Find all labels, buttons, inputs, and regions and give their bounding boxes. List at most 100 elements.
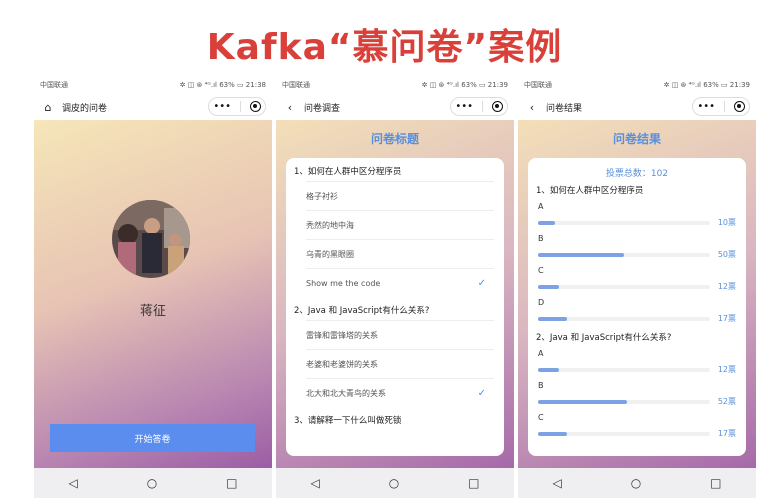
vote-count: 50票 bbox=[717, 250, 736, 259]
option-item[interactable]: 乌青的黑眼圈 bbox=[306, 239, 494, 268]
survey-heading: 问卷标题 bbox=[370, 132, 419, 146]
vote-bar-track bbox=[538, 253, 710, 257]
vote-count: 17票 bbox=[717, 314, 736, 323]
result-row: D 17票 bbox=[538, 296, 736, 328]
target-icon[interactable] bbox=[249, 101, 261, 112]
phone-results-screen: 中国联通 ✲ ◫ ⊛ ⁴ᴳ.ıl 63% ▭ 21:39 ‹ 问卷结果 ••• … bbox=[518, 76, 756, 498]
vote-bar-fill bbox=[538, 221, 556, 225]
option-item[interactable]: 格子衬衫 bbox=[306, 181, 494, 210]
capsule-divider bbox=[481, 101, 483, 112]
nav-bar: ⌂ 调皮的问卷 ••• bbox=[34, 94, 272, 120]
back-icon[interactable]: ◁ bbox=[68, 476, 77, 490]
recent-apps-icon[interactable]: □ bbox=[468, 476, 479, 490]
vote-bar-track bbox=[538, 221, 710, 225]
home-circle-icon[interactable]: ○ bbox=[147, 476, 157, 490]
result-row: C 17票 bbox=[538, 411, 736, 443]
results-heading: 问卷结果 bbox=[612, 132, 661, 146]
vote-bar-fill bbox=[538, 317, 568, 321]
status-icons: ✲ ◫ ⊛ ⁴ᴳ.ıl 63% ▭ 21:38 bbox=[179, 81, 266, 89]
vote-total: 投票总数：102 bbox=[605, 169, 669, 179]
start-survey-button[interactable]: 开始答卷 bbox=[50, 424, 255, 452]
back-icon[interactable]: ◁ bbox=[552, 476, 561, 490]
vote-bar-fill bbox=[538, 285, 559, 289]
vote-bar-track bbox=[538, 400, 710, 404]
vote-count: 12票 bbox=[717, 365, 736, 374]
option-item[interactable]: 雷锋和雷锋塔的关系 bbox=[306, 320, 494, 349]
nav-title: 问卷结果 bbox=[546, 103, 583, 114]
mini-program-capsule: ••• bbox=[208, 97, 266, 116]
vote-bar-fill bbox=[538, 368, 559, 372]
nav-bar: ‹ 问卷结果 ••• bbox=[518, 94, 756, 120]
result-option-label: A bbox=[538, 349, 544, 358]
result-option-label: B bbox=[538, 234, 544, 243]
recent-apps-icon[interactable]: □ bbox=[226, 476, 237, 490]
result-row: A 10票 bbox=[538, 200, 736, 232]
option-item[interactable]: 北大和北大青鸟的关系 ✓ bbox=[306, 378, 494, 407]
vote-bar-track bbox=[538, 432, 710, 436]
vote-count: 17票 bbox=[717, 429, 736, 438]
results-list: 1、如何在人群中区分程序员 A 10票 B 50票 C 12票 D 17票 2、Java 和 Ja… bbox=[528, 181, 746, 443]
home-circle-icon[interactable]: ○ bbox=[631, 476, 641, 490]
carrier-label: 中国联通 bbox=[524, 81, 552, 89]
vote-count: 12票 bbox=[717, 282, 736, 291]
back-icon[interactable]: ◁ bbox=[310, 476, 319, 490]
result-row: C 12票 bbox=[538, 264, 736, 296]
result-row: B 52票 bbox=[538, 379, 736, 411]
android-nav-bar: ◁ ○ □ bbox=[518, 468, 756, 498]
result-option-label: C bbox=[538, 266, 544, 275]
option-item[interactable]: 秃然的地中海 bbox=[306, 210, 494, 239]
result-option-label: A bbox=[538, 202, 544, 211]
result-row: A 12票 bbox=[538, 347, 736, 379]
option-item[interactable]: Show me the code ✓ bbox=[306, 268, 494, 297]
option-label: 雷锋和雷锋塔的关系 bbox=[306, 330, 378, 340]
result-option-label: C bbox=[538, 413, 544, 422]
status-bar: 中国联通 ✲ ◫ ⊛ ⁴ᴳ.ıl 63% ▭ 21:39 bbox=[518, 76, 756, 94]
option-label: 格子衬衫 bbox=[306, 191, 338, 201]
option-label: 秃然的地中海 bbox=[306, 220, 354, 230]
option-label: Show me the code bbox=[306, 278, 381, 288]
status-icons: ✲ ◫ ⊛ ⁴ᴳ.ıl 63% ▭ 21:39 bbox=[421, 81, 508, 89]
android-nav-bar: ◁ ○ □ bbox=[34, 468, 272, 498]
carrier-label: 中国联通 bbox=[40, 81, 68, 89]
person-name: 蒋征 bbox=[139, 304, 166, 319]
recent-apps-icon[interactable]: □ bbox=[710, 476, 721, 490]
option-label: 老婆和老婆饼的关系 bbox=[306, 359, 378, 369]
target-icon[interactable] bbox=[733, 101, 745, 112]
option-label: 乌青的黑眼圈 bbox=[306, 249, 354, 259]
survey-content: 问卷标题 1、如何在人群中区分程序员 格子衬衫 秃然的地中海 乌青的黑眼圈 Sh… bbox=[276, 120, 514, 468]
capsule-divider bbox=[723, 101, 725, 112]
page-title: Kafka“慕问卷”案例 bbox=[206, 27, 563, 68]
vote-bar-fill bbox=[538, 432, 568, 436]
question-title: 3、请解释一下什么叫做死锁 bbox=[294, 416, 402, 426]
more-icon[interactable]: ••• bbox=[697, 101, 715, 112]
result-row: B 50票 bbox=[538, 232, 736, 264]
back-arrow-icon[interactable]: ‹ bbox=[526, 101, 538, 114]
back-arrow-icon[interactable]: ‹ bbox=[284, 101, 296, 114]
results-card: 投票总数：102 1、如何在人群中区分程序员 A 10票 B 50票 C 12票 D 17票 2、… bbox=[528, 158, 746, 456]
status-bar: 中国联通 ✲ ◫ ⊛ ⁴ᴳ.ıl 63% ▭ 21:39 bbox=[276, 76, 514, 94]
vote-count: 10票 bbox=[717, 218, 736, 227]
checkmark-icon: ✓ bbox=[477, 277, 486, 289]
more-icon[interactable]: ••• bbox=[455, 101, 473, 112]
status-icons: ✲ ◫ ⊛ ⁴ᴳ.ıl 63% ▭ 21:39 bbox=[663, 81, 750, 89]
vote-count: 52票 bbox=[717, 397, 736, 406]
carrier-label: 中国联通 bbox=[282, 81, 310, 89]
vote-bar-fill bbox=[538, 400, 628, 404]
target-icon[interactable] bbox=[491, 101, 503, 112]
phone-survey-screen: 中国联通 ✲ ◫ ⊛ ⁴ᴳ.ıl 63% ▭ 21:39 ‹ 问卷调查 ••• … bbox=[276, 76, 514, 498]
results-content: 问卷结果 投票总数：102 1、如何在人群中区分程序员 A 10票 B 50票 C 12票 D… bbox=[518, 120, 756, 468]
question-title: 1、如何在人群中区分程序员 bbox=[294, 167, 402, 177]
vote-bar-track bbox=[538, 368, 710, 372]
mini-program-capsule: ••• bbox=[692, 97, 750, 116]
welcome-content: 蒋征 开始答卷 bbox=[34, 120, 272, 468]
vote-bar-track bbox=[538, 317, 710, 321]
home-icon[interactable]: ⌂ bbox=[42, 101, 54, 114]
android-nav-bar: ◁ ○ □ bbox=[276, 468, 514, 498]
home-circle-icon[interactable]: ○ bbox=[389, 476, 399, 490]
more-icon[interactable]: ••• bbox=[213, 101, 231, 112]
checkmark-icon: ✓ bbox=[477, 387, 486, 399]
option-label: 北大和北大青鸟的关系 bbox=[306, 388, 386, 398]
vote-bar-track bbox=[538, 285, 710, 289]
vote-bar-fill bbox=[538, 253, 624, 257]
option-item[interactable]: 老婆和老婆饼的关系 bbox=[306, 349, 494, 378]
